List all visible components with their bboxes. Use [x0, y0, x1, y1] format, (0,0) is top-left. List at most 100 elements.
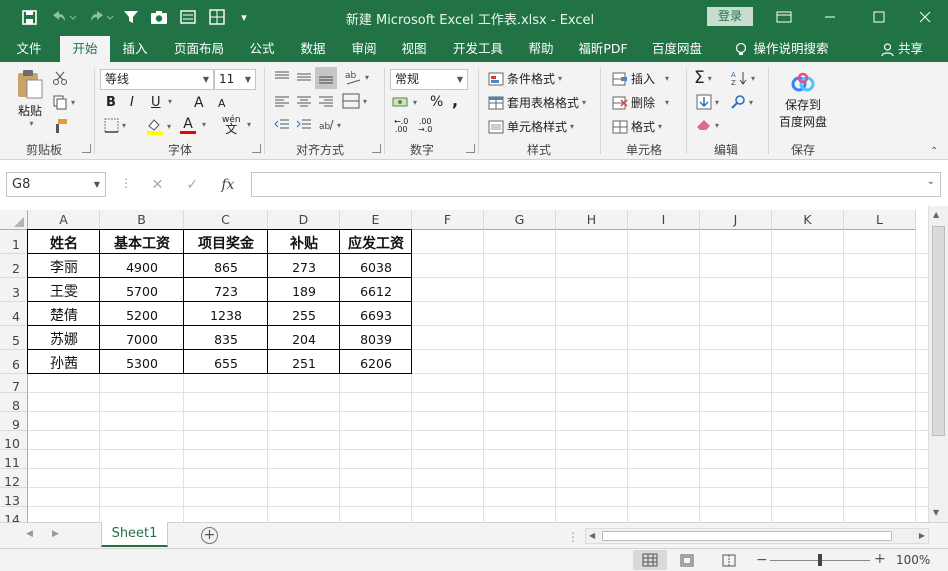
vertical-scrollbar[interactable]: ▲ ▼ — [928, 206, 948, 522]
conditional-formatting-button[interactable]: 条件格式 ▾ — [488, 70, 562, 87]
table-header-cell[interactable]: 姓名 — [28, 230, 100, 254]
row-header[interactable]: 11 — [0, 450, 28, 470]
share-button[interactable]: 共享 — [874, 36, 930, 62]
horizontal-scrollbar[interactable]: ◀ ▶ — [585, 528, 929, 544]
table-header-cell[interactable]: 项目奖金 — [184, 230, 268, 254]
tell-me-search[interactable]: 操作说明搜索 — [726, 36, 838, 62]
ribbon-display-icon[interactable] — [761, 3, 807, 31]
collapse-ribbon-icon[interactable]: ⌃ — [930, 146, 938, 157]
tab-data[interactable]: 数据 — [290, 36, 336, 62]
page-layout-view-icon[interactable] — [680, 554, 694, 570]
underline-dropdown-icon[interactable]: ▾ — [165, 97, 172, 106]
table-cell[interactable]: 1238 — [184, 302, 268, 326]
table-header-cell[interactable]: 应发工资 — [340, 230, 412, 254]
column-header[interactable]: E — [340, 210, 412, 230]
table-cell[interactable]: 865 — [184, 254, 268, 278]
tab-insert[interactable]: 插入 — [112, 36, 158, 62]
shrink-font-button[interactable]: A — [218, 97, 226, 110]
column-header[interactable]: L — [844, 210, 916, 230]
grow-font-button[interactable]: A — [194, 95, 204, 111]
format-as-table-button[interactable]: 套用表格格式 ▾ — [488, 94, 586, 111]
align-bottom-icon[interactable] — [315, 67, 337, 89]
paste-dropdown-icon[interactable]: ▾ — [29, 119, 33, 128]
bold-button[interactable]: B — [106, 95, 116, 110]
camera-icon[interactable] — [148, 6, 170, 28]
cell-styles-button[interactable]: 单元格样式 ▾ — [488, 118, 574, 135]
scroll-right-icon[interactable]: ▶ — [919, 531, 925, 540]
column-header[interactable]: B — [100, 210, 184, 230]
table-cell[interactable]: 6206 — [340, 350, 412, 374]
tab-home[interactable]: 开始 — [60, 36, 110, 62]
align-center-icon[interactable] — [296, 95, 312, 109]
row-header[interactable]: 7 — [0, 374, 28, 394]
row-header[interactable]: 1 — [0, 230, 28, 254]
wrap-text-icon[interactable]: ▾ — [342, 93, 367, 109]
table-cell[interactable]: 6693 — [340, 302, 412, 326]
align-right-icon[interactable] — [318, 95, 334, 109]
form-icon[interactable] — [177, 6, 199, 28]
column-header[interactable]: A — [28, 210, 100, 230]
minimize-icon[interactable] — [807, 3, 853, 31]
zoom-level[interactable]: 100% — [896, 553, 930, 567]
column-header[interactable]: I — [628, 210, 700, 230]
vertical-scroll-thumb[interactable] — [932, 226, 945, 436]
cut-icon[interactable] — [52, 70, 68, 86]
tab-page-layout[interactable]: 页面布局 — [164, 36, 234, 62]
sheet-tab[interactable]: Sheet1 — [101, 522, 168, 547]
phonetic-guide-icon[interactable]: wén 文 — [222, 116, 241, 136]
format-painter-icon[interactable] — [52, 118, 68, 134]
tab-help[interactable]: 帮助 — [518, 36, 564, 62]
row-header[interactable]: 2 — [0, 254, 28, 278]
row-header[interactable]: 12 — [0, 469, 28, 489]
table-cell[interactable]: 5700 — [100, 278, 184, 302]
font-color-button[interactable]: A — [180, 117, 196, 134]
formula-input[interactable]: ⌄ — [251, 172, 941, 197]
login-button[interactable]: 登录 — [707, 7, 753, 26]
row-header[interactable]: 4 — [0, 302, 28, 326]
customize-icon[interactable]: ▾ — [236, 6, 252, 28]
table-header-cell[interactable]: 补贴 — [268, 230, 340, 254]
select-all-corner[interactable] — [0, 210, 28, 230]
table-cell[interactable]: 苏娜 — [28, 326, 100, 350]
table-cell[interactable]: 5200 — [100, 302, 184, 326]
border-icon[interactable]: ▾ — [104, 118, 126, 133]
save-to-baidu-button[interactable]: 保存到 百度网盘 — [774, 72, 832, 130]
column-header[interactable]: C — [184, 210, 268, 230]
formula-bar-grip-icon[interactable]: ⋮ — [120, 176, 132, 190]
maximize-icon[interactable] — [856, 3, 902, 31]
tab-split-icon[interactable]: ⋮ — [567, 530, 579, 544]
tab-baidu-netdisk[interactable]: 百度网盘 — [642, 36, 712, 62]
table-cell[interactable]: 7000 — [100, 326, 184, 350]
tab-foxit-pdf[interactable]: 福昕PDF — [570, 36, 636, 62]
table-cell[interactable]: 王雯 — [28, 278, 100, 302]
row-header[interactable]: 6 — [0, 350, 28, 374]
align-top-icon[interactable] — [274, 70, 290, 84]
enter-icon[interactable]: ✓ — [186, 177, 198, 193]
column-header[interactable]: F — [412, 210, 484, 230]
orientation-icon[interactable]: ab ▾ — [344, 68, 369, 86]
delete-cells-button[interactable]: 删除 ▾ — [612, 94, 669, 111]
font-size-combo[interactable]: 11 ▼ — [214, 69, 256, 90]
increase-decimal-icon[interactable]: ←.0.00 — [394, 118, 408, 134]
page-break-view-icon[interactable] — [722, 554, 736, 570]
table-cell[interactable]: 273 — [268, 254, 340, 278]
table-cell[interactable]: 835 — [184, 326, 268, 350]
column-header[interactable]: J — [700, 210, 772, 230]
zoom-slider-thumb[interactable] — [818, 554, 822, 566]
table-cell[interactable]: 孙茜 — [28, 350, 100, 374]
format-cells-button[interactable]: 格式 ▾ — [612, 118, 662, 135]
scroll-up-icon[interactable]: ▲ — [933, 210, 939, 219]
table-cell[interactable]: 655 — [184, 350, 268, 374]
close-icon[interactable] — [902, 3, 948, 31]
table-cell[interactable]: 251 — [268, 350, 340, 374]
table-cell[interactable]: 4900 — [100, 254, 184, 278]
normal-view-icon[interactable] — [633, 550, 667, 570]
italic-button[interactable]: I — [130, 95, 134, 110]
table-cell[interactable]: 723 — [184, 278, 268, 302]
worksheet-grid[interactable]: ABCDEFGHIJKL 1 2 3 4 5 6 7 8 9 10 11 12 13 14 姓名 基本工资项… — [0, 206, 948, 522]
row-header[interactable]: 5 — [0, 326, 28, 350]
decrease-indent-icon[interactable] — [274, 118, 290, 132]
save-icon[interactable] — [18, 6, 40, 28]
undo-icon[interactable] — [48, 6, 78, 28]
table-cell[interactable]: 8039 — [340, 326, 412, 350]
